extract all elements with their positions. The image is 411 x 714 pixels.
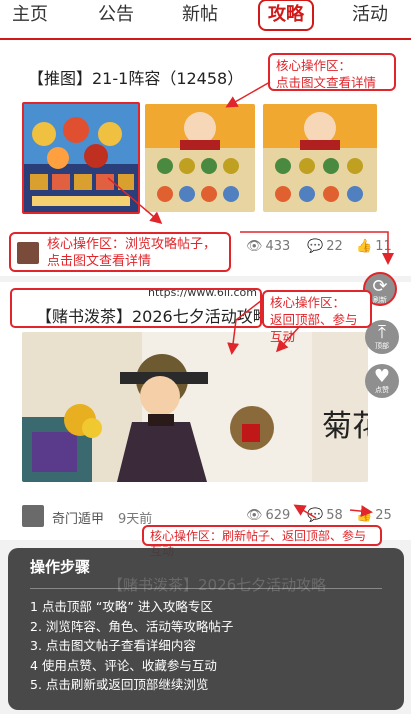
- step-item: 3. 点击图文帖子查看详细内容: [30, 638, 196, 653]
- steps-list: 1 点击顶部 “攻略” 进入攻略专区 2. 浏览阵容、角色、活动等攻略帖子 3.…: [30, 597, 233, 695]
- steps-ghost-title: 【赌书泼茶】2026七夕活动攻略: [108, 576, 327, 594]
- steps-title: 操作步骤: [30, 558, 91, 576]
- divider: [30, 588, 382, 589]
- steps-panel: 操作步骤 【赌书泼茶】2026七夕活动攻略 1 点击顶部 “攻略” 进入攻略专区…: [8, 548, 404, 710]
- step-item: 1 点击顶部 “攻略” 进入攻略专区: [30, 599, 213, 614]
- step-item: 2. 浏览阵容、角色、活动等攻略帖子: [30, 618, 234, 634]
- step-item: 5. 点击刷新或返回顶部继续浏览: [30, 677, 209, 692]
- step-item: 4 使用点赞、评论、收藏参与互动: [30, 657, 217, 673]
